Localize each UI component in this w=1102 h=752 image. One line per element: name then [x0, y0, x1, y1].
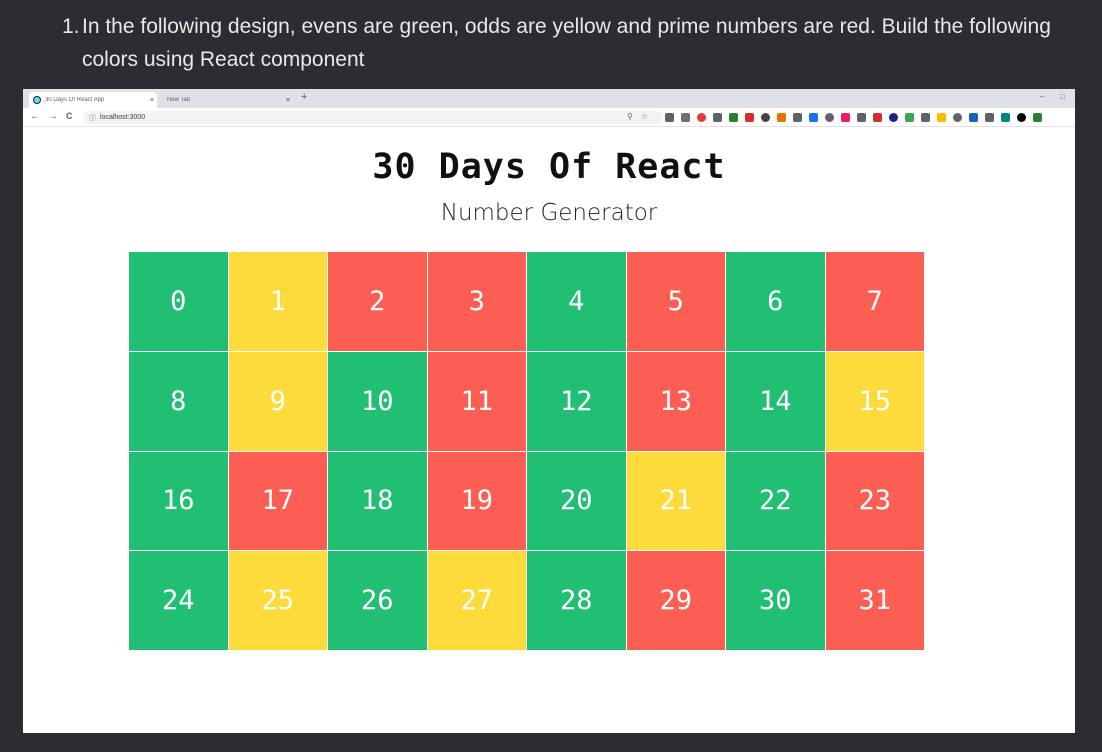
- number-cell: 18: [328, 451, 427, 551]
- info-icon[interactable]: ⓘ: [89, 113, 96, 123]
- extension-icon[interactable]: [1017, 113, 1026, 122]
- number-cell: 25: [228, 551, 327, 650]
- number-cell: 12: [527, 351, 626, 451]
- extension-icon[interactable]: [1001, 113, 1010, 122]
- number-cell: 8: [129, 351, 228, 451]
- number-cell: 16: [129, 451, 228, 551]
- extension-icon[interactable]: [809, 113, 818, 122]
- tab-label: New Tab: [167, 97, 191, 103]
- extension-icon[interactable]: [745, 113, 754, 122]
- react-favicon-icon: [33, 96, 41, 104]
- number-cell: 21: [626, 451, 725, 551]
- number-grid: 0 1 2 3 4 5 6 7 8 9 10 11 12 13 14 15 16 17 18 19 20 21 22 23 24…: [129, 252, 924, 650]
- number-cell: 1: [228, 252, 327, 351]
- extension-icon[interactable]: [841, 113, 850, 122]
- address-text: localhost:3000: [100, 114, 146, 121]
- number-cell: 29: [626, 551, 725, 650]
- extension-icon[interactable]: [953, 113, 962, 122]
- extension-icon[interactable]: [857, 113, 866, 122]
- zoom-icon[interactable]: ⚲: [627, 112, 633, 121]
- tab-30-days-of-react[interactable]: 30 Days Of React App ×: [29, 92, 157, 108]
- extension-icon[interactable]: [777, 113, 786, 122]
- window-controls: – □: [1040, 92, 1065, 101]
- number-cell: 0: [129, 252, 228, 351]
- extension-icon[interactable]: [889, 113, 898, 122]
- tab-strip: 30 Days Of React App × New Tab × + – □: [23, 89, 1075, 108]
- number-cell: 26: [328, 551, 427, 650]
- instruction-text: In the following design, evens are green…: [82, 15, 1051, 71]
- address-bar[interactable]: ⓘ localhost:3000: [83, 111, 663, 124]
- number-cell: 27: [427, 551, 526, 650]
- extension-icon[interactable]: [1033, 113, 1042, 122]
- browser-toolbar: ← → C ⓘ localhost:3000 ⚲ ☆: [23, 108, 1075, 127]
- minimize-icon[interactable]: –: [1040, 92, 1044, 101]
- omnibox-actions: ⚲ ☆: [627, 112, 648, 121]
- number-cell: 5: [626, 252, 725, 351]
- tab-label: 30 Days Of React App: [45, 97, 105, 103]
- number-cell: 31: [825, 551, 924, 650]
- number-cell: 6: [726, 252, 825, 351]
- number-cell: 19: [427, 451, 526, 551]
- extension-icon[interactable]: [969, 113, 978, 122]
- extension-icon[interactable]: [873, 113, 882, 122]
- back-arrow-icon[interactable]: ←: [30, 111, 40, 122]
- number-cell: 30: [726, 551, 825, 650]
- number-cell: 4: [527, 252, 626, 351]
- number-cell: 3: [427, 252, 526, 351]
- bookmark-star-icon[interactable]: ☆: [641, 112, 648, 121]
- browser-window: 30 Days Of React App × New Tab × + – □ ←…: [23, 89, 1075, 733]
- reload-icon[interactable]: C: [66, 111, 73, 121]
- extension-icon[interactable]: [681, 113, 690, 122]
- extension-icon[interactable]: [825, 113, 834, 122]
- number-cell: 24: [129, 551, 228, 650]
- number-cell: 14: [726, 351, 825, 451]
- extension-icon[interactable]: [697, 113, 706, 122]
- extension-icon[interactable]: [665, 113, 674, 122]
- number-cell: 10: [328, 351, 427, 451]
- number-cell: 17: [228, 451, 327, 551]
- number-cell: 22: [726, 451, 825, 551]
- tab-close-icon[interactable]: ×: [283, 97, 293, 104]
- extension-icon[interactable]: [937, 113, 946, 122]
- restore-icon[interactable]: □: [1060, 92, 1065, 101]
- number-cell: 23: [825, 451, 924, 551]
- new-tab-plus-icon[interactable]: +: [301, 91, 307, 103]
- extension-icon[interactable]: [985, 113, 994, 122]
- number-cell: 9: [228, 351, 327, 451]
- number-cell: 2: [328, 252, 427, 351]
- number-cell: 13: [626, 351, 725, 451]
- extensions-bar: [665, 113, 1042, 122]
- page-subtitle: Number Generator: [440, 200, 658, 226]
- tab-new-tab[interactable]: New Tab ×: [163, 92, 293, 108]
- instruction-number: 1.: [62, 15, 80, 38]
- extension-icon[interactable]: [761, 113, 770, 122]
- number-cell: 11: [427, 351, 526, 451]
- extension-icon[interactable]: [729, 113, 738, 122]
- number-cell: 28: [527, 551, 626, 650]
- extension-icon[interactable]: [921, 113, 930, 122]
- extension-icon[interactable]: [713, 113, 722, 122]
- number-cell: 15: [825, 351, 924, 451]
- forward-arrow-icon[interactable]: →: [48, 111, 58, 122]
- extension-icon[interactable]: [793, 113, 802, 122]
- extension-icon[interactable]: [905, 113, 914, 122]
- instruction-text-block: 1. In the following design, evens are gr…: [62, 10, 1082, 76]
- number-cell: 7: [825, 252, 924, 351]
- page-title: 30 Days Of React: [372, 147, 726, 187]
- tab-close-icon[interactable]: ×: [147, 97, 157, 104]
- number-cell: 20: [527, 451, 626, 551]
